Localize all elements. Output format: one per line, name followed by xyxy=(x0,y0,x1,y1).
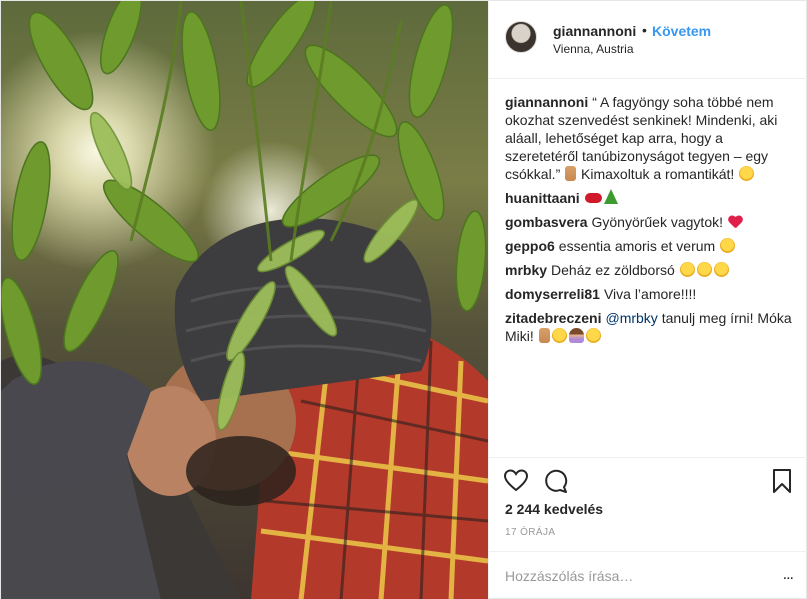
laughing-face-emoji-icon xyxy=(713,262,729,277)
post-photo[interactable] xyxy=(1,1,488,599)
post-dialog: giannannoni • Követem Vienna, Austria gi… xyxy=(0,0,807,599)
comment-text: essentia amoris et verum xyxy=(558,238,716,254)
hand-emoji-icon xyxy=(538,328,550,343)
comment-username[interactable]: huanittaani xyxy=(505,190,580,206)
photo-illustration xyxy=(1,1,488,599)
comment-text: Kimaxoltuk a romantikát! xyxy=(581,166,735,182)
comment-text: Viva l’amore!!!! xyxy=(603,286,697,302)
hand-emoji-icon xyxy=(565,166,577,181)
follow-button[interactable]: Követem xyxy=(652,23,711,39)
laughing-face-emoji-icon xyxy=(551,328,567,343)
heart-emoji-icon xyxy=(728,216,743,229)
post-header: giannannoni • Követem Vienna, Austria xyxy=(489,1,807,79)
action-bar xyxy=(489,457,807,497)
heart-outline-icon[interactable] xyxy=(503,468,529,494)
laughing-face-emoji-icon xyxy=(696,262,712,277)
like-count[interactable]: 2 244 kedvelés xyxy=(505,501,603,517)
laughing-face-emoji-icon xyxy=(739,166,755,181)
smiling-face-emoji-icon xyxy=(720,238,736,253)
post-sidebar: giannannoni • Követem Vienna, Austria gi… xyxy=(488,1,807,599)
more-options-icon[interactable]: ... xyxy=(783,566,794,584)
comment-username[interactable]: gombasvera xyxy=(505,214,587,230)
christmas-tree-emoji-icon xyxy=(603,189,618,204)
laughing-face-emoji-icon xyxy=(679,262,695,277)
comment-list: giannannoni “ A fagyöngy soha többé nem o… xyxy=(505,93,795,351)
comment: domyserreli81 Viva l’amore!!!! xyxy=(505,285,795,303)
comment: geppo6 essentia amoris et verum xyxy=(505,237,795,255)
caption: giannannoni “ A fagyöngy soha többé nem o… xyxy=(505,93,795,183)
post-location[interactable]: Vienna, Austria xyxy=(553,42,634,56)
add-comment-section: ... xyxy=(489,551,807,599)
comment: zitadebreczeni @mrbky tanulj meg írni! Mó… xyxy=(505,309,795,345)
speech-bubble-icon[interactable] xyxy=(543,468,569,494)
comment-username[interactable]: giannannoni xyxy=(505,94,588,110)
comment: mrbky Deház ez zöldborsó xyxy=(505,261,795,279)
woman-shrugging-emoji-icon xyxy=(568,328,584,343)
bookmark-icon[interactable] xyxy=(769,468,795,494)
comment: gombasvera Gyönyörűek vagytok! xyxy=(505,213,795,231)
post-timestamp[interactable]: 17 ÓRÁJA xyxy=(505,527,555,538)
yum-face-emoji-icon xyxy=(585,328,601,343)
avatar[interactable] xyxy=(505,21,537,53)
comment-username[interactable]: geppo6 xyxy=(505,238,555,254)
comment-username[interactable]: domyserreli81 xyxy=(505,286,600,302)
comment-text: Gyönyörűek vagytok! xyxy=(591,214,723,230)
separator-dot: • xyxy=(642,22,647,38)
comment-username[interactable]: zitadebreczeni xyxy=(505,310,601,326)
comment-username[interactable]: mrbky xyxy=(505,262,547,278)
comment-input[interactable] xyxy=(505,566,765,586)
lips-emoji-icon xyxy=(584,193,602,203)
author-username[interactable]: giannannoni xyxy=(553,23,636,39)
comment: huanittaani xyxy=(505,189,795,207)
mention-link[interactable]: @mrbky xyxy=(605,310,657,326)
comment-text: Deház ez zöldborsó xyxy=(551,262,675,278)
